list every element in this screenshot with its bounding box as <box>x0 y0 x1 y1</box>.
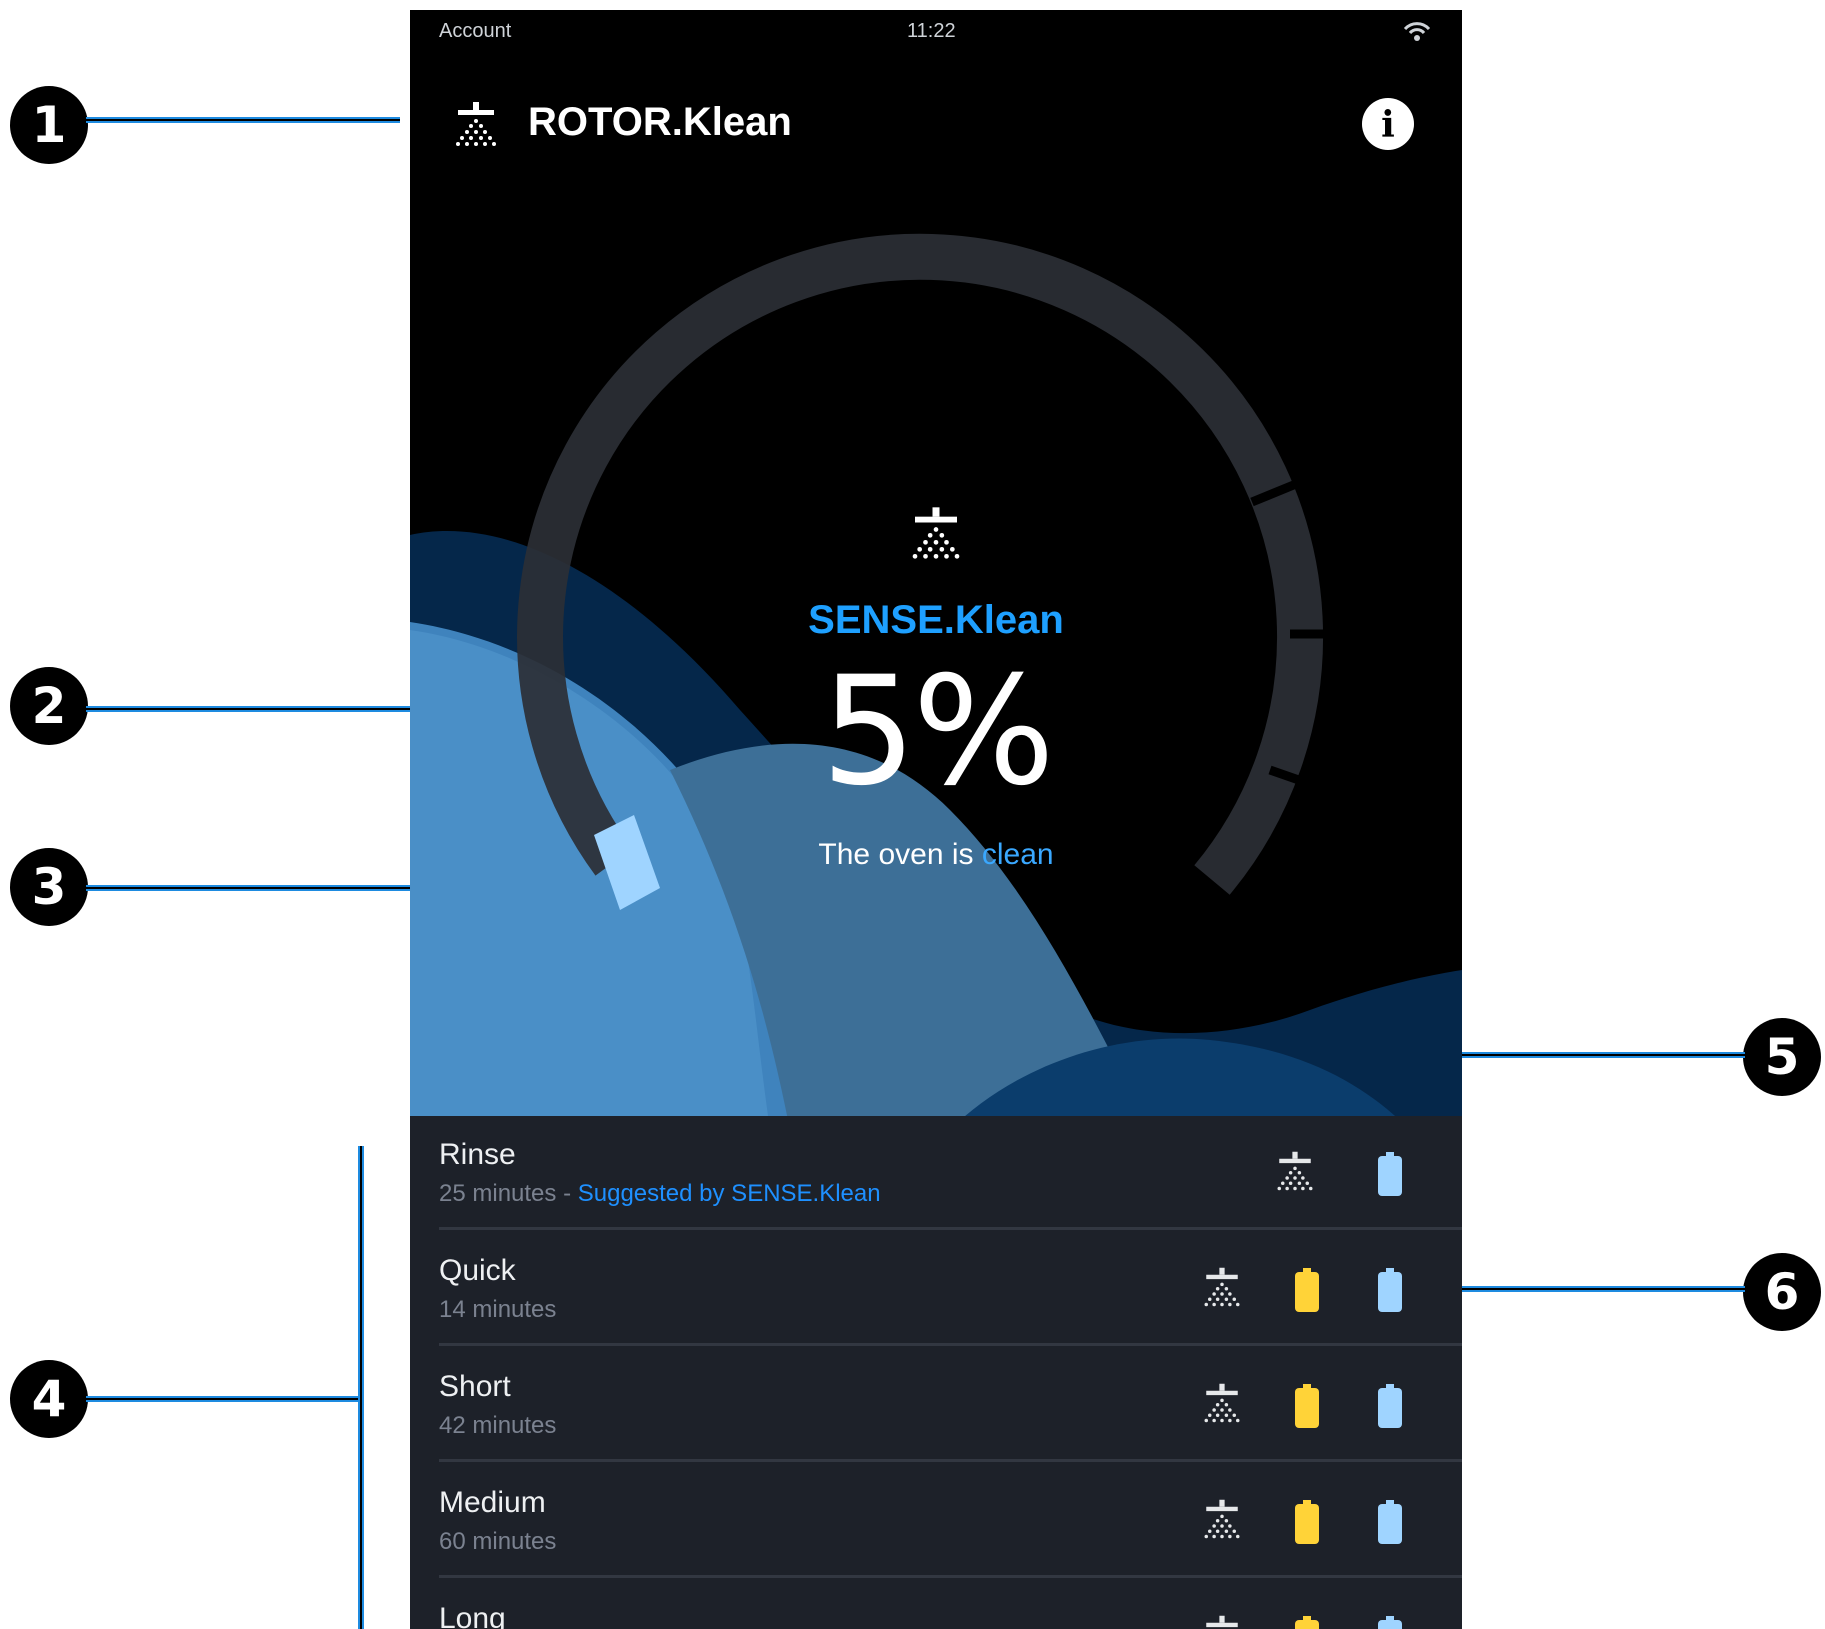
program-row-short[interactable]: Short 42 minutes <box>410 1348 1462 1462</box>
shower-icon <box>1204 1499 1240 1539</box>
app-title: ROTOR.Klean <box>528 100 792 144</box>
sense-klean-icon <box>912 507 960 559</box>
battery-blue-icon <box>1378 1268 1402 1312</box>
dirt-percentage: 5% <box>821 645 1055 819</box>
program-row-medium[interactable]: Medium 60 minutes <box>410 1464 1462 1578</box>
callout-1: 1 <box>10 86 88 164</box>
battery-blue-icon <box>1378 1616 1402 1629</box>
rotor-klean-logo-icon <box>456 102 496 146</box>
clock: 11:22 <box>907 20 956 42</box>
program-name: Short <box>439 1370 511 1403</box>
battery-yellow-icon <box>1295 1384 1319 1428</box>
account-label[interactable]: Account <box>439 20 511 43</box>
program-list: Rinse 25 minutes - Suggested by SENSE.Kl… <box>410 1116 1462 1629</box>
callout-4: 4 <box>10 1360 88 1438</box>
phone-screen: Account 11:22 ROTOR.Klean i SENSE.Klean … <box>410 10 1462 1629</box>
row-divider <box>439 1227 1462 1230</box>
program-row-quick[interactable]: Quick 14 minutes <box>410 1232 1462 1346</box>
shower-icon <box>1204 1383 1240 1423</box>
oven-state-prefix: The oven is <box>818 838 982 871</box>
program-name: Medium <box>439 1486 546 1519</box>
program-name: Quick <box>439 1254 516 1287</box>
battery-yellow-icon <box>1295 1268 1319 1312</box>
program-duration: 60 minutes <box>439 1528 557 1555</box>
shower-icon <box>1206 1615 1238 1628</box>
row-divider <box>439 1575 1462 1578</box>
callout-6: 6 <box>1743 1253 1821 1331</box>
battery-blue-icon <box>1378 1500 1402 1544</box>
battery-blue-icon <box>1378 1152 1402 1196</box>
battery-blue-icon <box>1378 1384 1402 1428</box>
program-duration: 14 minutes <box>439 1296 557 1323</box>
callout-2: 2 <box>10 667 88 745</box>
callout-3: 3 <box>10 848 88 926</box>
sense-klean-label: SENSE.Klean <box>808 598 1064 642</box>
program-row-long[interactable]: Long <box>410 1580 1462 1629</box>
program-name: Rinse <box>439 1138 516 1171</box>
info-icon: i <box>1381 104 1395 146</box>
app-bar: ROTOR.Klean i <box>410 70 1462 180</box>
row-divider <box>439 1459 1462 1462</box>
shower-icon <box>1277 1151 1313 1191</box>
program-duration: 42 minutes <box>439 1412 557 1439</box>
oven-state: The oven is clean <box>410 838 1462 872</box>
program-name: Long <box>439 1602 506 1629</box>
oven-state-value: clean <box>981 838 1054 871</box>
shower-icon <box>1204 1267 1240 1307</box>
status-bar: Account 11:22 <box>410 10 1462 58</box>
battery-yellow-icon <box>1295 1616 1319 1629</box>
row-divider <box>439 1343 1462 1346</box>
meta-separator: - <box>556 1180 578 1207</box>
callout-5: 5 <box>1743 1018 1821 1096</box>
info-button[interactable]: i <box>1362 98 1414 150</box>
program-duration: 25 minutes <box>439 1180 557 1207</box>
program-meta: 25 minutes - Suggested by SENSE.Klean <box>439 1180 881 1208</box>
battery-yellow-icon <box>1295 1500 1319 1544</box>
wifi-icon <box>1404 22 1430 41</box>
suggested-label: Suggested by SENSE.Klean <box>577 1180 881 1207</box>
program-row-rinse[interactable]: Rinse 25 minutes - Suggested by SENSE.Kl… <box>410 1116 1462 1230</box>
